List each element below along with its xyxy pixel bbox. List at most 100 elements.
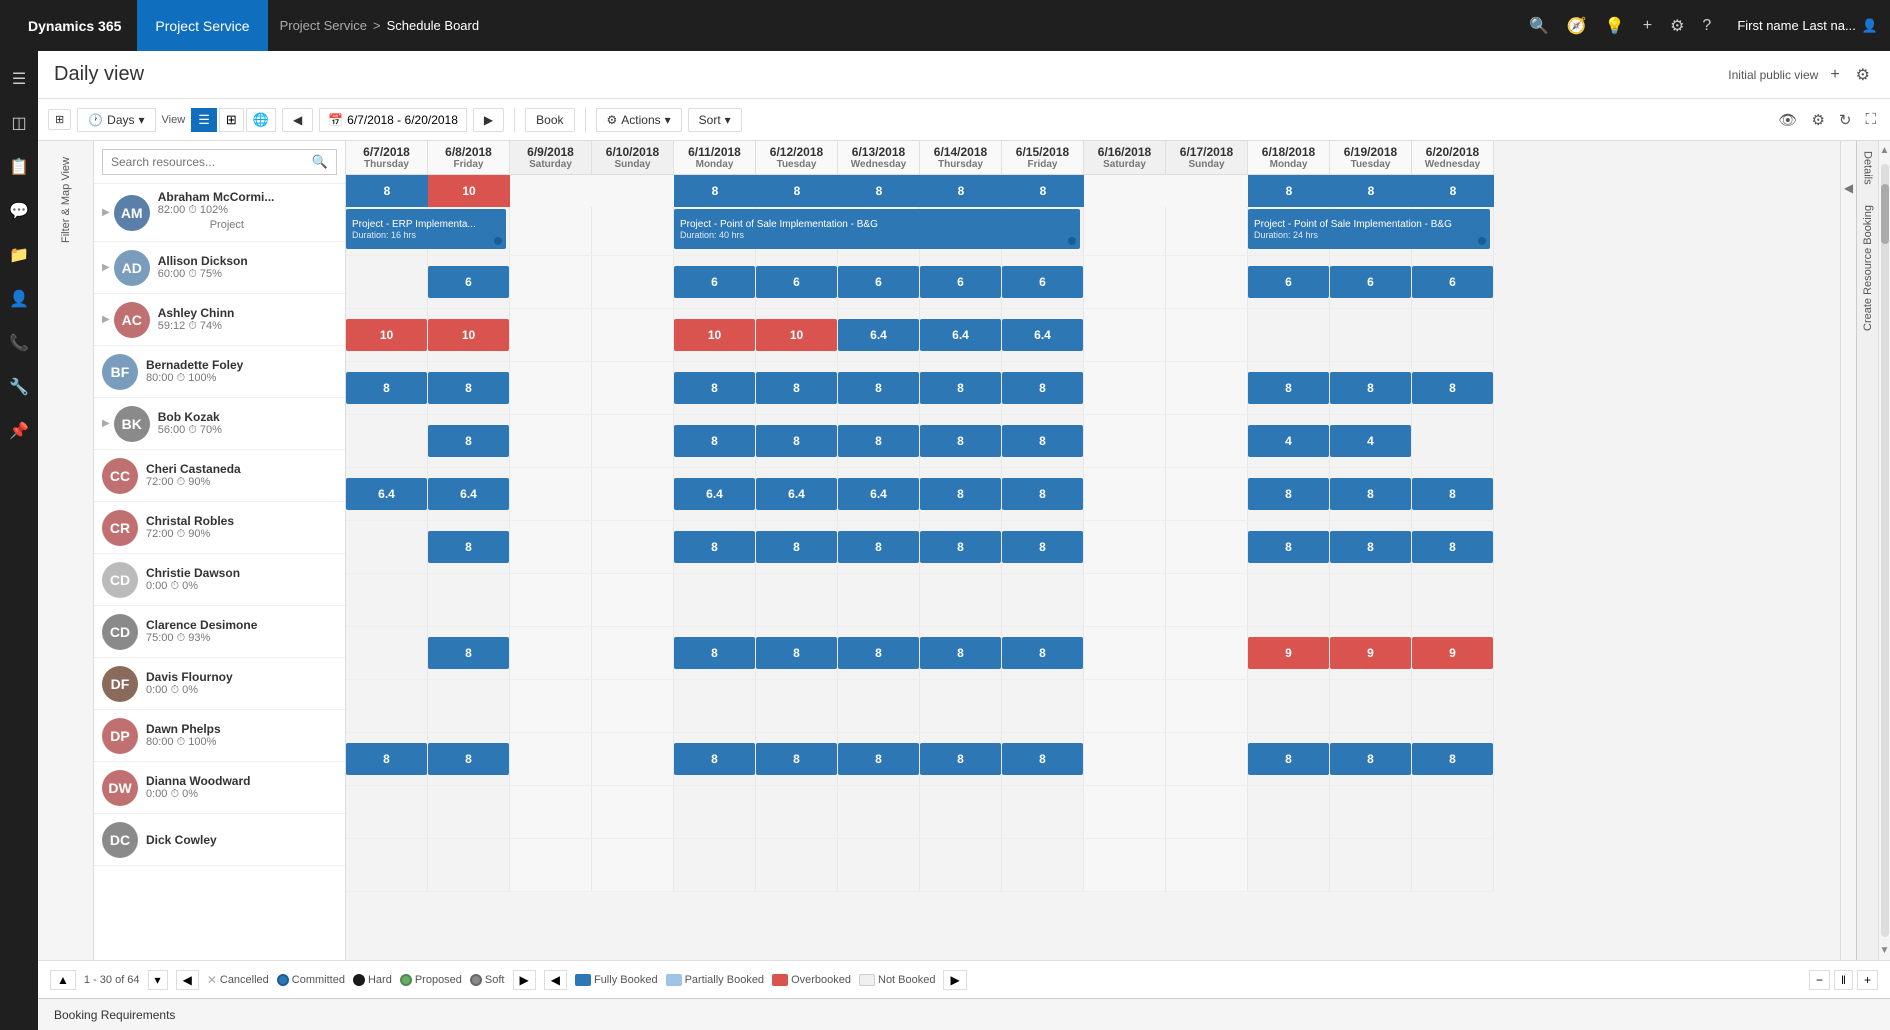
grid-cell[interactable] bbox=[346, 574, 428, 626]
grid-cell[interactable] bbox=[1412, 786, 1494, 838]
grid-cell[interactable] bbox=[428, 839, 510, 891]
booking-block[interactable]: 8 bbox=[1248, 531, 1329, 563]
grid-cell[interactable] bbox=[1412, 680, 1494, 732]
grid-cell[interactable] bbox=[346, 839, 428, 891]
grid-cell[interactable] bbox=[674, 680, 756, 732]
grid-cell[interactable] bbox=[428, 680, 510, 732]
grid-cell[interactable] bbox=[1248, 786, 1330, 838]
booking-block[interactable]: 8 bbox=[1248, 372, 1329, 404]
booking-block[interactable]: 8 bbox=[428, 425, 509, 457]
grid-cell[interactable] bbox=[1166, 680, 1248, 732]
settings-button[interactable]: ⚙ bbox=[1852, 61, 1874, 89]
eye-icon-button[interactable]: 👁 bbox=[1774, 107, 1801, 133]
booking-block[interactable]: 8 bbox=[838, 425, 919, 457]
booking-block[interactable]: 6.4 bbox=[920, 319, 1001, 351]
grid-cell[interactable]: 8 bbox=[838, 733, 920, 785]
grid-cell[interactable]: 8 bbox=[756, 733, 838, 785]
booking-block[interactable]: 8 bbox=[920, 425, 1001, 457]
booking-block[interactable]: 8 bbox=[756, 637, 837, 669]
grid-cell[interactable]: 6.4 bbox=[920, 309, 1002, 361]
grid-cell[interactable] bbox=[510, 415, 592, 467]
grid-cell[interactable] bbox=[510, 309, 592, 361]
grid-cell[interactable]: 8 bbox=[674, 733, 756, 785]
gear-icon-button[interactable]: ⚙ bbox=[1807, 107, 1828, 133]
booking-block[interactable]: 8 bbox=[838, 637, 919, 669]
grid-cell[interactable] bbox=[346, 680, 428, 732]
grid-cell[interactable]: 8 bbox=[428, 521, 510, 573]
grid-cell[interactable]: 6 bbox=[920, 256, 1002, 308]
grid-cell[interactable] bbox=[1084, 733, 1166, 785]
list-view-button[interactable]: ☰ bbox=[191, 108, 217, 132]
booking-block[interactable]: 6 bbox=[1248, 266, 1329, 298]
grid-cell[interactable] bbox=[1166, 786, 1248, 838]
grid-cell[interactable] bbox=[920, 680, 1002, 732]
booking-block[interactable]: 8 bbox=[428, 743, 509, 775]
grid-cell[interactable]: 8 bbox=[1248, 733, 1330, 785]
sort-button[interactable]: Sort ▾ bbox=[688, 108, 742, 132]
grid-cell[interactable] bbox=[1084, 309, 1166, 361]
grid-cell[interactable]: 8 bbox=[1412, 362, 1494, 414]
grid-cell[interactable]: 8 bbox=[756, 521, 838, 573]
sidebar-pin-icon[interactable]: 📌 bbox=[0, 411, 38, 451]
grid-cell[interactable] bbox=[1330, 839, 1412, 891]
booking-block[interactable]: 8 bbox=[1330, 478, 1411, 510]
booking-block[interactable]: 6.4 bbox=[428, 478, 509, 510]
details-sidebar[interactable]: Details Create Resource Booking bbox=[1856, 141, 1878, 960]
booking-block[interactable]: 8 bbox=[674, 743, 755, 775]
grid-cell[interactable] bbox=[1412, 415, 1494, 467]
booking-block[interactable]: 10 bbox=[756, 319, 837, 351]
grid-cell[interactable] bbox=[1084, 680, 1166, 732]
grid-cell[interactable] bbox=[756, 839, 838, 891]
booking-block[interactable]: 8 bbox=[1412, 478, 1493, 510]
booking-block[interactable]: 6 bbox=[674, 266, 755, 298]
help-icon[interactable]: ? bbox=[1702, 17, 1711, 35]
grid-cell[interactable]: 8 bbox=[428, 627, 510, 679]
booking-block[interactable]: 8 bbox=[1330, 531, 1411, 563]
grid-cell[interactable]: 8 bbox=[920, 733, 1002, 785]
booking-block[interactable]: 8 bbox=[920, 531, 1001, 563]
booking-block[interactable]: 8 bbox=[1002, 637, 1083, 669]
actions-button[interactable]: ⚙ Actions ▾ bbox=[596, 108, 682, 132]
grid-cell[interactable] bbox=[756, 680, 838, 732]
legend-prev-button[interactable]: ◀ bbox=[176, 970, 199, 990]
booking-block[interactable]: 6 bbox=[428, 266, 509, 298]
grid-cell[interactable]: 8 bbox=[1248, 468, 1330, 520]
grid-cell[interactable] bbox=[346, 627, 428, 679]
sidebar-person-icon[interactable]: 👤 bbox=[0, 279, 38, 319]
grid-cell[interactable] bbox=[920, 574, 1002, 626]
resource-row[interactable]: DW Dianna Woodward 0:00 ⏱ 0% bbox=[94, 762, 345, 814]
grid-cell[interactable] bbox=[592, 786, 674, 838]
grid-cell[interactable] bbox=[838, 786, 920, 838]
grid-cell[interactable] bbox=[510, 786, 592, 838]
grid-cell[interactable] bbox=[592, 839, 674, 891]
expand-icon[interactable]: ▶ bbox=[102, 418, 110, 429]
grid-cell[interactable] bbox=[346, 786, 428, 838]
grid-cell[interactable]: 8 bbox=[1002, 627, 1084, 679]
booking-block[interactable]: 6.4 bbox=[838, 478, 919, 510]
sidebar-tools-icon[interactable]: 🔧 bbox=[0, 367, 38, 407]
book-button[interactable]: Book bbox=[525, 108, 574, 132]
grid-cell[interactable] bbox=[920, 839, 1002, 891]
booking-block[interactable]: 10 bbox=[674, 319, 755, 351]
legend-next-button[interactable]: ▶ bbox=[513, 970, 536, 990]
grid-cell[interactable] bbox=[1084, 574, 1166, 626]
resource-row[interactable]: CC Cheri Castaneda 72:00 ⏱ 90% bbox=[94, 450, 345, 502]
booking-block[interactable]: 8 bbox=[920, 743, 1001, 775]
zoom-in-button[interactable]: + bbox=[1857, 970, 1878, 990]
grid-cell[interactable] bbox=[1166, 627, 1248, 679]
grid-cell[interactable]: 6.4 bbox=[346, 468, 428, 520]
grid-cell[interactable] bbox=[1002, 786, 1084, 838]
user-menu[interactable]: First name Last na... 👤 bbox=[1737, 18, 1878, 34]
grid-cell[interactable] bbox=[1248, 309, 1330, 361]
grid-cell[interactable] bbox=[510, 468, 592, 520]
grid-cell[interactable]: 6.4 bbox=[428, 468, 510, 520]
booking-block[interactable]: 8 bbox=[674, 637, 755, 669]
resource-row[interactable]: DP Dawn Phelps 80:00 ⏱ 100% bbox=[94, 710, 345, 762]
grid-cell[interactable]: 6 bbox=[1002, 256, 1084, 308]
grid-cell[interactable] bbox=[1330, 309, 1412, 361]
booking-block[interactable]: 6.4 bbox=[674, 478, 755, 510]
grid-cell[interactable]: 8 bbox=[674, 521, 756, 573]
booking-block[interactable]: 8 bbox=[756, 743, 837, 775]
sidebar-chat-icon[interactable]: 💬 bbox=[0, 191, 38, 231]
grid-cell[interactable]: 6.4 bbox=[1002, 309, 1084, 361]
